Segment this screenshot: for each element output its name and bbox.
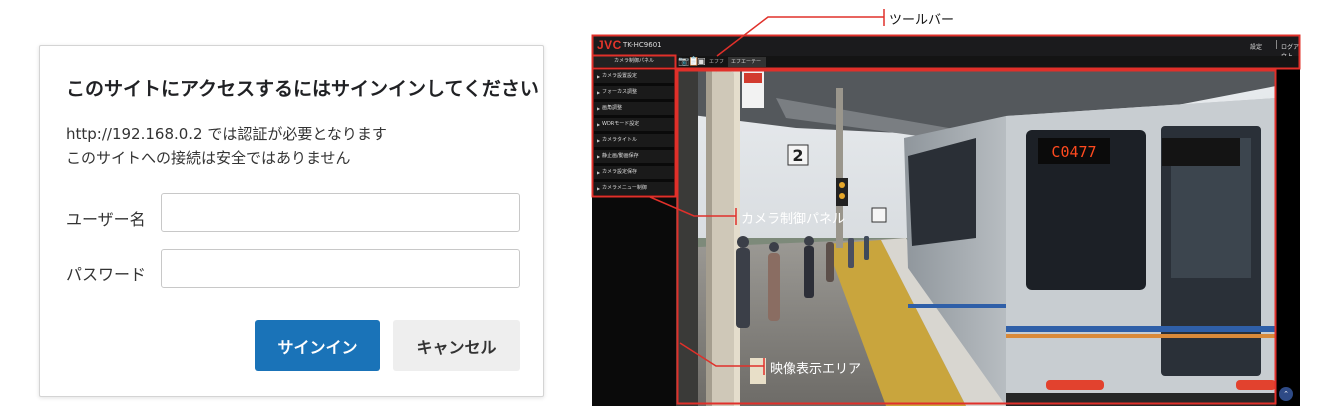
annotation-toolbar: ツールバー (889, 13, 955, 28)
annotation-video-area: 映像表示エリア (770, 362, 862, 377)
annotation-overlay (591, 9, 1301, 405)
annotation-camera-panel: カメラ制御パネル (741, 212, 846, 227)
